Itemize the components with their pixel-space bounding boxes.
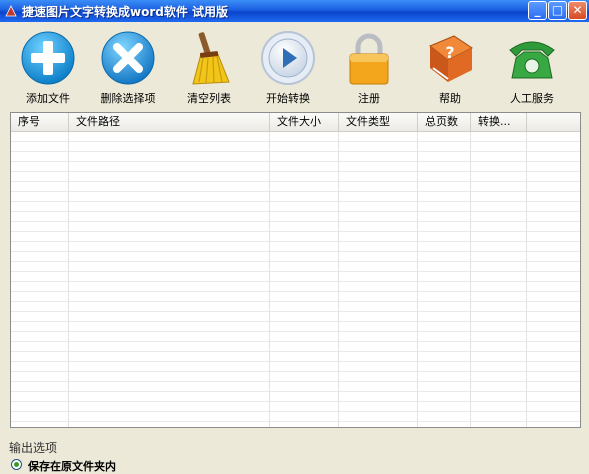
column-divider xyxy=(269,132,270,427)
add-icon xyxy=(21,31,75,85)
maximize-button[interactable]: □ xyxy=(548,1,567,20)
output-options-title: 输出选项 xyxy=(9,441,58,455)
save-original-folder-radio[interactable] xyxy=(11,459,22,470)
broom-icon xyxy=(192,32,230,85)
save-original-folder-label[interactable]: 保存在原文件夹内 xyxy=(28,458,116,474)
start-convert-label: 开始转换 xyxy=(266,92,310,105)
clear-list-label: 清空列表 xyxy=(187,92,231,105)
column-index[interactable]: 序号 xyxy=(11,113,69,131)
column-size[interactable]: 文件大小 xyxy=(270,113,339,131)
column-path[interactable]: 文件路径 xyxy=(69,113,270,131)
title-bar: 捷速图片文字转换成word软件 试用版 _ □ ✕ xyxy=(0,0,589,22)
column-convert[interactable]: 转换... xyxy=(471,113,527,131)
help-button[interactable]: ? 帮助 xyxy=(410,28,490,105)
file-list-table[interactable]: 序号 文件路径 文件大小 文件类型 总页数 转换... xyxy=(10,112,581,428)
human-service-label: 人工服务 xyxy=(510,92,554,105)
column-type[interactable]: 文件类型 xyxy=(339,113,418,131)
register-button[interactable]: 注册 xyxy=(329,28,409,105)
column-divider xyxy=(470,132,471,427)
table-header: 序号 文件路径 文件大小 文件类型 总页数 转换... xyxy=(11,113,580,132)
minimize-button[interactable]: _ xyxy=(528,1,547,20)
help-book-icon: ? xyxy=(429,35,473,82)
svg-text:?: ? xyxy=(445,43,454,62)
table-body xyxy=(11,132,580,427)
column-pages[interactable]: 总页数 xyxy=(418,113,471,131)
toolbar: 添加文件 删除选择项 清空列表 开始转换 注册 ? 帮助 人工服务 xyxy=(0,22,589,108)
column-divider xyxy=(68,132,69,427)
register-label: 注册 xyxy=(358,92,380,105)
app-icon xyxy=(5,5,17,17)
delete-selected-label: 删除选择项 xyxy=(100,92,156,105)
close-button[interactable]: ✕ xyxy=(568,1,587,20)
delete-icon xyxy=(101,31,155,85)
add-file-button[interactable]: 添加文件 xyxy=(8,28,88,105)
lock-icon xyxy=(349,33,389,85)
column-divider xyxy=(526,132,527,427)
clear-list-button[interactable]: 清空列表 xyxy=(169,28,249,105)
human-service-button[interactable]: 人工服务 xyxy=(492,28,572,105)
window-title: 捷速图片文字转换成word软件 试用版 xyxy=(22,5,229,19)
add-file-label: 添加文件 xyxy=(26,92,70,105)
start-convert-button[interactable]: 开始转换 xyxy=(248,28,328,105)
column-divider xyxy=(338,132,339,427)
phone-icon xyxy=(509,41,555,79)
play-icon xyxy=(261,31,315,85)
help-label: 帮助 xyxy=(439,92,461,105)
delete-selected-button[interactable]: 删除选择项 xyxy=(88,28,168,105)
column-divider xyxy=(417,132,418,427)
